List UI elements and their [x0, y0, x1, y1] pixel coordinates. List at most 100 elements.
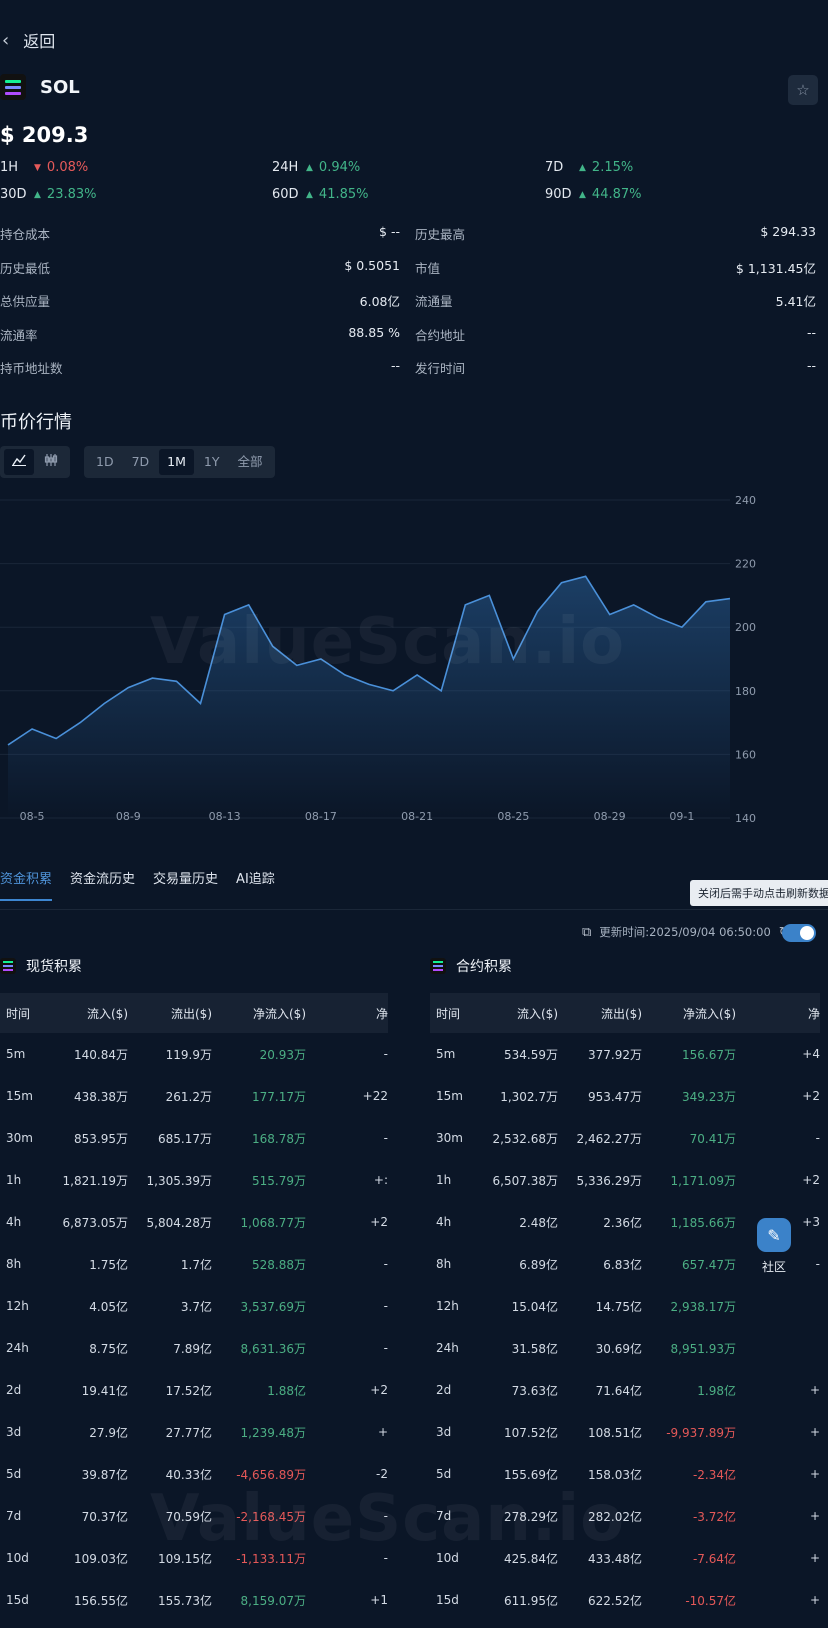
table-cell: +	[809, 1425, 820, 1439]
spot-panel-title: 现货积累	[0, 956, 82, 976]
table-cell: 73.63亿	[511, 1383, 558, 1398]
range-1[interactable]: 1D	[88, 449, 122, 475]
table-cell: 5m	[436, 1047, 456, 1061]
table-cell: 4.05亿	[89, 1299, 128, 1314]
table-cell: 1.98亿	[697, 1383, 736, 1398]
copy-icon[interactable]: ⧉	[582, 925, 591, 940]
table-row[interactable]: 3d 107.52亿 108.51亿 -9,937.89万 +	[430, 1411, 820, 1453]
header-cell: 时间	[6, 1006, 31, 1021]
change-label: 90D	[545, 187, 572, 202]
tab-divider	[0, 909, 828, 910]
favorite-star-icon[interactable]: ☆	[788, 75, 818, 105]
table-row[interactable]: 1h 1,821.19万 1,305.39万 515.79万 +:	[0, 1159, 388, 1201]
stat-value: $ --	[379, 224, 400, 239]
table-cell: 70.37亿	[81, 1509, 128, 1524]
stat-value: $ 1,131.45亿	[735, 260, 816, 276]
stat-label: 市值	[415, 260, 441, 276]
table-row[interactable]: 15d 156.55亿 155.73亿 8,159.07万 +1	[0, 1579, 388, 1621]
line-chart-icon[interactable]	[4, 449, 34, 475]
y-tick-label: 220	[735, 558, 756, 571]
candlestick-icon[interactable]	[36, 449, 66, 475]
table-row[interactable]: 24h 31.58亿 30.69亿 8,951.93万	[430, 1327, 820, 1369]
table-row[interactable]: 2d 73.63亿 71.64亿 1.98亿 +	[430, 1369, 820, 1411]
table-cell: -	[383, 1047, 388, 1061]
change-value: 0.08%	[46, 160, 89, 175]
header-cell: 流入($)	[517, 1006, 558, 1021]
table-cell: 8h	[436, 1257, 452, 1271]
table-cell: 15m	[6, 1089, 33, 1103]
table-cell: +	[809, 1509, 820, 1523]
table-row[interactable]: 4h 6,873.05万 5,804.28万 1,068.77万 +2	[0, 1201, 388, 1243]
tab-2[interactable]: 资金流历史	[70, 868, 135, 901]
table-cell: 12h	[6, 1299, 29, 1313]
futures-title-text: 合约积累	[456, 959, 512, 975]
tab-3[interactable]: 交易量历史	[153, 868, 218, 901]
table-cell: 5d	[436, 1467, 452, 1481]
y-tick-label: 240	[735, 494, 756, 507]
solana-logo-icon	[0, 958, 16, 974]
table-cell: +2	[370, 1215, 388, 1229]
change-30d: 30D ▲ 23.83%	[0, 187, 97, 202]
back-button[interactable]: ‹ 返回	[0, 24, 55, 56]
table-row[interactable]: 3d 27.9亿 27.77亿 1,239.48万 +	[0, 1411, 388, 1453]
table-cell: +	[809, 1551, 820, 1565]
table-row[interactable]: 12h 15.04亿 14.75亿 2,938.17万	[430, 1285, 820, 1327]
y-tick-label: 180	[735, 685, 756, 698]
futures-panel-title: 合约积累	[430, 956, 512, 976]
table-cell: 40.33亿	[165, 1467, 212, 1482]
change-90d: 90D ▲ 44.87%	[545, 187, 642, 202]
table-cell: 1,239.48万	[240, 1425, 306, 1440]
table-cell: +:	[373, 1173, 388, 1187]
table-row[interactable]: 30m 853.95万 685.17万 168.78万 -	[0, 1117, 388, 1159]
coin-header: SOL	[0, 74, 80, 100]
range-selector: 1D 7D 1M 1Y 全部	[84, 446, 275, 478]
table-cell: -9,937.89万	[666, 1425, 736, 1440]
solana-logo-icon	[430, 958, 446, 974]
stat-value: 6.08亿	[359, 294, 400, 309]
range-3[interactable]: 1M	[159, 449, 194, 475]
spot-title-text: 现货积累	[26, 959, 82, 975]
table-cell: 8,951.93万	[670, 1341, 736, 1356]
table-cell: 30m	[436, 1131, 463, 1145]
table-cell: 5,804.28万	[146, 1215, 212, 1230]
table-cell: 2,938.17万	[670, 1299, 736, 1314]
table-cell: -3.72亿	[692, 1509, 736, 1524]
table-cell: 8.75亿	[89, 1341, 128, 1356]
header-cell: 时间	[436, 1006, 461, 1021]
range-4[interactable]: 1Y	[196, 449, 228, 475]
table-row[interactable]: 8h 1.75亿 1.7亿 528.88万 -	[0, 1243, 388, 1285]
tab-1[interactable]: 资金积累	[0, 868, 53, 901]
table-cell: 5d	[6, 1467, 22, 1481]
table-cell: 6,507.38万	[492, 1173, 558, 1188]
table-cell: 953.47万	[588, 1089, 642, 1104]
table-row[interactable]: 15d 611.95亿 622.52亿 -10.57亿 +	[430, 1579, 820, 1621]
tab-4[interactable]: AI追踪	[236, 868, 275, 901]
table-row[interactable]: 5m 534.59万 377.92万 156.67万 +4	[430, 1033, 820, 1075]
range-2[interactable]: 7D	[124, 449, 158, 475]
watermark: ValueScan.io	[150, 605, 626, 679]
community-label: 社区	[761, 1260, 786, 1274]
table-row[interactable]: 2d 19.41亿 17.52亿 1.88亿 +2	[0, 1369, 388, 1411]
stat-label: 发行时间	[415, 361, 466, 376]
table-cell: 622.52亿	[588, 1593, 642, 1608]
table-row[interactable]: 15m 438.38万 261.2万 177.17万 +22	[0, 1075, 388, 1117]
table-row[interactable]: 12h 4.05亿 3.7亿 3,537.69万 -	[0, 1285, 388, 1327]
auto-refresh-toggle[interactable]	[782, 924, 816, 942]
header-cell: 净流入($)	[253, 1006, 306, 1021]
table-row[interactable]: 30m 2,532.68万 2,462.27万 70.41万 -	[430, 1117, 820, 1159]
coin-price: $ 209.3	[0, 123, 89, 147]
community-button[interactable]: ✎ 社区	[752, 1218, 796, 1275]
table-row[interactable]: 5m 140.84万 119.9万 20.93万 -	[0, 1033, 388, 1075]
change-value: 0.94%	[318, 160, 361, 175]
table-cell: 2.36亿	[603, 1215, 642, 1230]
table-row[interactable]: 1h 6,507.38万 5,336.29万 1,171.09万 +2	[430, 1159, 820, 1201]
table-cell: -	[383, 1131, 388, 1145]
table-row[interactable]: 24h 8.75亿 7.89亿 8,631.36万 -	[0, 1327, 388, 1369]
table-cell: 168.78万	[252, 1131, 306, 1146]
table-cell: 8,159.07万	[240, 1593, 306, 1608]
header-cell: 流出($)	[171, 1006, 212, 1021]
update-info: ⧉ 更新时间:2025/09/04 06:50:00 ↻	[582, 924, 790, 940]
change-label: 24H	[272, 160, 299, 175]
table-row[interactable]: 15m 1,302.7万 953.47万 349.23万 +2	[430, 1075, 820, 1117]
range-5[interactable]: 全部	[230, 449, 271, 475]
